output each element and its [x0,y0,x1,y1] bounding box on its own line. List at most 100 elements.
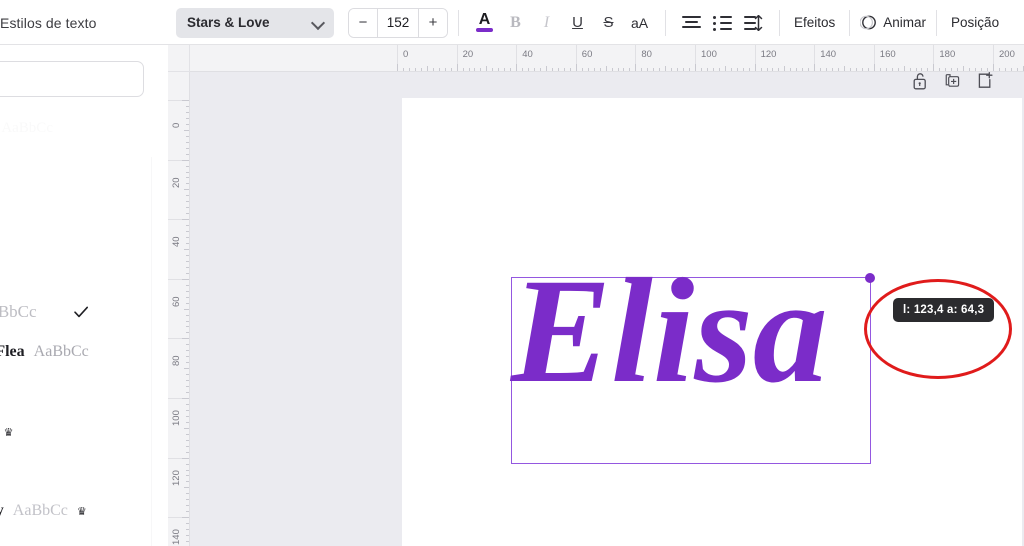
search-input[interactable] [0,71,152,87]
ruler-tick [778,68,780,71]
text-selection-box[interactable] [511,273,875,464]
font-size-input[interactable]: 152 [377,8,419,37]
ruler-tick [182,159,189,161]
animate-button[interactable]: Animar [860,14,926,31]
ruler-tick [468,68,470,71]
ruler-tick [186,171,189,173]
ruler-tick [510,68,512,71]
ruler-tick [516,64,518,71]
ruler-tick [186,362,189,364]
list-item[interactable]: AaBbCc [0,293,152,331]
ruler-tick [450,68,452,71]
panel-title: Estilos de texto [0,14,97,31]
list-item[interactable]: phy AaBbCc ♛ [0,492,152,530]
ruler-tick [186,409,189,411]
letter-case-icon: aA [630,14,649,31]
ruler-tick [724,66,726,71]
panel-scrollbar[interactable] [151,157,152,546]
ruler-label: 120 [171,469,182,486]
ruler-tick [186,231,189,233]
ruler-tick [186,392,189,394]
ruler-tick [186,153,189,155]
font-preview: AaBbCc [0,302,37,321]
italic-button[interactable]: I [531,7,562,38]
text-color-button[interactable]: A [469,7,500,38]
list-item[interactable]: m Flea AaBbCc [0,333,152,371]
ruler-tick [186,386,189,388]
font-size-increase-button[interactable]: + [419,8,447,37]
ruler-tick [182,278,189,280]
ruler-tick [671,68,673,71]
ruler-tick [462,68,464,71]
ruler-tick [867,68,869,71]
ruler-tick [186,165,189,167]
ruler-label: 120 [760,49,777,60]
font-name: phy [0,502,4,520]
font-size-decrease-button[interactable]: − [349,8,377,37]
list-item[interactable]: Cc ♛ [0,413,152,451]
ruler-tick [186,290,189,292]
ruler-tick [498,68,500,71]
ruler-tick [456,64,458,71]
text-color-letter: A [478,11,491,28]
ruler-tick [522,68,524,71]
ruler-label: 80 [171,355,182,367]
list-button[interactable] [707,7,738,38]
ruler-tick [879,68,881,71]
ruler-tick [186,451,189,453]
ruler-tick [186,403,189,405]
position-button[interactable]: Posição [947,15,1003,30]
ruler-tick [186,225,189,227]
ruler-tick [677,68,679,71]
ruler-tick [754,64,756,71]
list-item[interactable]: № AaBbCc [0,109,152,147]
ruler-tick [186,183,189,185]
resize-handle-top-right[interactable] [865,273,875,283]
ruler-tick [182,338,189,340]
font-family-select[interactable]: Stars & Love [176,7,334,38]
line-spacing-button[interactable] [738,7,769,38]
ruler-tick [760,68,762,71]
ruler-tick [184,427,189,429]
ruler-tick [186,541,189,543]
ruler-tick [184,368,189,370]
ruler-tick [184,249,189,250]
ruler-tick [186,213,189,215]
ruler-tick [186,374,189,376]
font-family-value: Stars & Love [187,15,270,30]
ruler-tick [186,314,189,316]
ruler-tick [186,195,189,197]
vertical-ruler[interactable]: 0 20 40 60 80 100 120 140 [168,72,190,546]
ruler-tick [551,68,553,71]
pro-crown-icon: ♛ [76,505,87,518]
ruler-label: 160 [879,49,896,60]
ruler-tick [546,66,547,71]
toolbar-divider [665,9,666,36]
list-item[interactable]: Hc [0,373,152,411]
ruler-tick [186,499,189,501]
ruler-tick [186,511,189,513]
lock-open-icon[interactable] [912,71,930,91]
bold-button[interactable]: B [500,7,531,38]
add-page-icon[interactable] [976,71,994,91]
text-align-button[interactable] [676,7,707,38]
strikethrough-button[interactable]: S [593,7,624,38]
underline-button[interactable]: U [562,7,593,38]
font-search-box[interactable]: ✕ [0,61,152,97]
duplicate-page-icon[interactable] [944,71,962,91]
ruler-tick [689,68,691,71]
ruler-tick [186,111,189,113]
ruler-tick [599,68,601,71]
ruler-tick [184,129,189,131]
ruler-tick [184,308,189,310]
letter-case-button[interactable]: aA [624,7,655,38]
ruler-tick [832,68,834,71]
ruler-tick [563,68,565,71]
horizontal-ruler[interactable]: 0 20 40 60 80 100 120 140 160 180 200 [190,45,1024,72]
animate-icon [860,15,877,30]
ruler-label: 100 [171,410,182,426]
ruler-tick [653,68,655,71]
ruler-tick [629,68,631,71]
ruler-tick [186,439,189,441]
effects-button[interactable]: Efeitos [790,15,839,30]
